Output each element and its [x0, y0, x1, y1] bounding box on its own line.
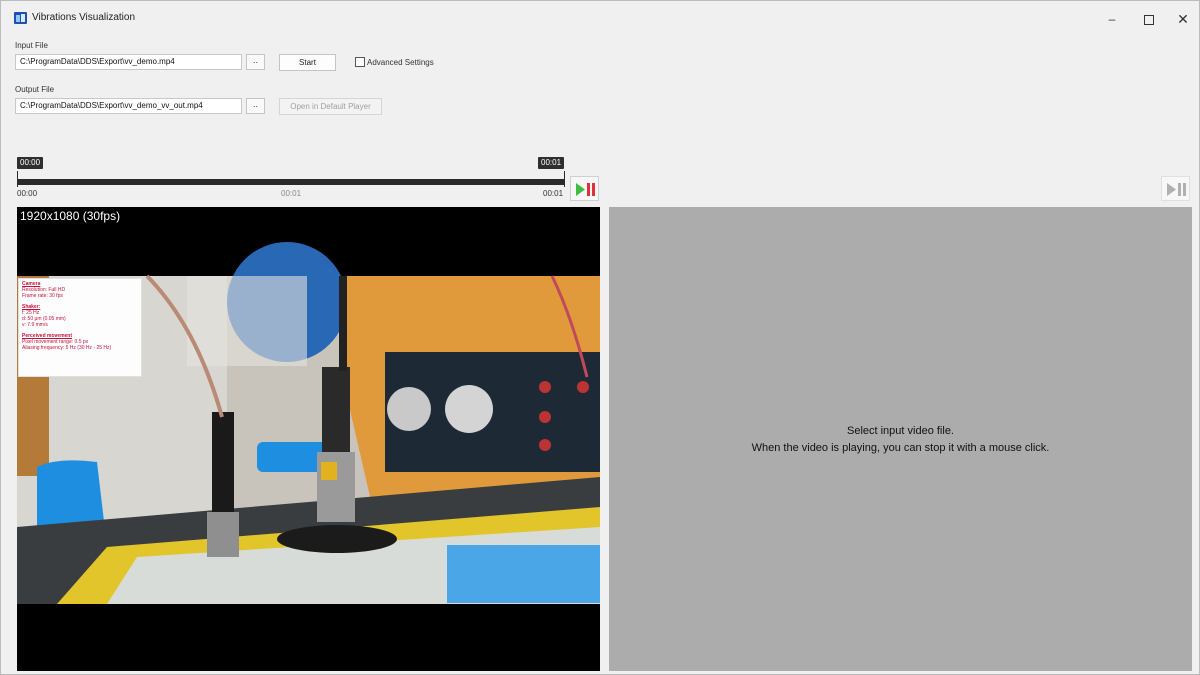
video-panel[interactable] — [17, 207, 600, 671]
main-window: Vibrations Visualization – ✕ Input File … — [0, 0, 1200, 675]
preview-hint-line1: Select input video file. — [846, 425, 954, 437]
maximize-icon — [1144, 14, 1154, 25]
window-title: Vibrations Visualization — [32, 12, 136, 23]
output-file-field[interactable]: C:\ProgramData\DDS\Export\vv_demo_vv_out… — [15, 98, 242, 114]
range-end-chip: 00:01 — [538, 157, 565, 169]
input-browse-button[interactable]: .. — [246, 54, 265, 70]
input-file-field[interactable]: C:\ProgramData\DDS\Export\vv_demo.mp4 — [15, 54, 242, 70]
start-button[interactable]: Start — [279, 54, 336, 71]
advanced-settings-checkbox[interactable] — [355, 57, 365, 67]
timeline-end-label: 00:01 — [543, 189, 564, 198]
advanced-settings-label[interactable]: Advanced Settings — [367, 58, 434, 67]
range-start-chip: 00:00 — [17, 157, 44, 169]
output-file-label: Output File — [15, 85, 55, 94]
preview-hint-line2: When the video is playing, you can stop … — [751, 442, 1050, 454]
app-icon — [14, 12, 27, 24]
timeline-track[interactable] — [17, 179, 565, 185]
video-resolution-label: 1920x1080 (30fps) — [20, 209, 121, 223]
title-bar: Vibrations Visualization – ✕ — [1, 1, 1199, 37]
play-pause-icon — [576, 183, 595, 196]
open-default-player-button[interactable]: Open in Default Player — [279, 98, 382, 115]
maximize-button[interactable] — [1135, 7, 1163, 31]
video-frame — [17, 242, 600, 604]
output-browse-button[interactable]: .. — [246, 98, 265, 114]
video-info-overlay: Camera Resolution: Full HD Frame rate: 3… — [18, 278, 142, 377]
minimize-button[interactable]: – — [1098, 7, 1126, 31]
timeline-start-label: 00:00 — [17, 189, 38, 198]
play-pause-button[interactable] — [570, 176, 599, 201]
timeline-mid-label: 00:01 — [281, 189, 302, 198]
preview-play-pause-icon — [1167, 183, 1186, 196]
input-file-label: Input File — [15, 41, 48, 50]
preview-play-pause-button[interactable] — [1161, 176, 1190, 201]
overlay-aliasing: Aliasing frequency: 5 Hz (30 Hz - 25 Hz) — [22, 345, 112, 351]
preview-hint: Select input video file. When the video … — [609, 423, 1192, 457]
close-button[interactable]: ✕ — [1169, 7, 1197, 31]
